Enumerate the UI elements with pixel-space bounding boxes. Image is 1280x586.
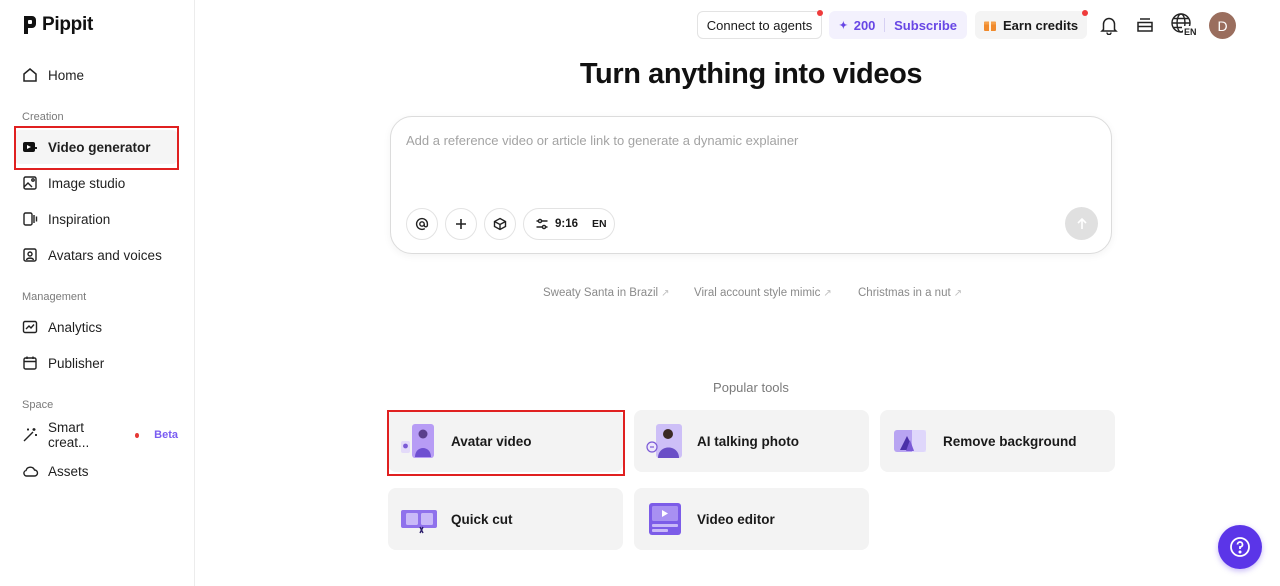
suggestion-label: Christmas in a nut	[858, 287, 951, 299]
at-icon	[415, 217, 429, 231]
help-button[interactable]	[1218, 525, 1262, 569]
language-value: EN	[592, 218, 607, 230]
tool-card-avatar-video[interactable]: Avatar video	[388, 410, 623, 472]
earn-credits-label: Earn credits	[1003, 17, 1079, 33]
credits-count: 200	[853, 17, 876, 33]
popular-tools-heading: Popular tools	[713, 380, 789, 395]
inspiration-icon	[21, 210, 39, 228]
gift-icon	[984, 21, 996, 31]
section-label-space: Space	[22, 399, 54, 411]
sidebar-item-label: Publisher	[48, 355, 105, 371]
suggestion-chip[interactable]: Viral account style mimic ↗	[694, 287, 832, 299]
suggestion-label: Viral account style mimic	[694, 287, 821, 299]
sidebar-item-label: Assets	[48, 463, 89, 479]
sidebar-item-image-studio[interactable]: Image studio	[14, 166, 178, 200]
magic-wand-icon	[21, 426, 39, 444]
sidebar-item-label: Video generator	[48, 139, 151, 155]
suggestion-chip[interactable]: Christmas in a nut ↗	[858, 287, 962, 299]
agents-notification-dot	[817, 10, 823, 16]
video-generator-icon	[21, 138, 39, 156]
aspect-ratio-value: 9:16	[555, 218, 579, 230]
page-title: Turn anything into videos	[579, 58, 923, 90]
add-attachment-button[interactable]	[445, 208, 477, 240]
sidebar-item-label: Smart creat...	[48, 420, 90, 450]
sidebar-item-avatars-voices[interactable]: Avatars and voices	[14, 238, 178, 272]
tool-card-remove-background[interactable]: Remove background	[880, 410, 1115, 472]
video-editor-thumbnail	[649, 503, 681, 535]
tool-label: Video editor	[697, 511, 775, 527]
calendar-icon	[21, 354, 39, 372]
language-globe-icon[interactable]: EN	[1170, 13, 1198, 37]
sidebar-item-label: Analytics	[48, 319, 103, 335]
image-studio-icon	[21, 174, 39, 192]
earn-notification-dot	[1082, 10, 1088, 16]
sidebar-item-label: Avatars and voices	[48, 247, 162, 263]
send-button[interactable]	[1065, 207, 1098, 240]
pippit-logo-icon	[24, 16, 36, 34]
tool-label: Avatar video	[451, 433, 532, 449]
arrow-up-right-icon: ↗	[823, 288, 832, 299]
brand-logo[interactable]: Pippit	[22, 14, 93, 36]
tool-card-video-editor[interactable]: Video editor	[634, 488, 869, 550]
mention-button[interactable]	[406, 208, 438, 240]
cloud-icon	[21, 462, 39, 480]
avatar[interactable]: D	[1209, 12, 1236, 39]
earn-credits-button[interactable]: Earn credits	[975, 11, 1087, 39]
inbox-stack-icon[interactable]	[1134, 14, 1156, 36]
sidebar-item-publisher[interactable]: Publisher	[14, 346, 178, 380]
connect-agents-button[interactable]: Connect to agents	[697, 11, 822, 39]
arrow-up-icon	[1076, 217, 1087, 229]
sliders-icon	[536, 218, 548, 230]
bell-icon[interactable]	[1098, 14, 1120, 36]
tool-label: Quick cut	[451, 511, 513, 527]
avatar-video-thumbnail	[401, 424, 434, 458]
sidebar-item-label: Inspiration	[48, 211, 111, 227]
prompt-input[interactable]	[406, 133, 1086, 148]
arrow-up-right-icon: ↗	[953, 288, 963, 299]
sidebar-item-assets[interactable]: Assets	[14, 454, 178, 488]
section-label-management: Management	[22, 291, 87, 303]
credits-subscribe-box[interactable]: 200 Subscribe	[829, 11, 967, 39]
connect-agents-label: Connect to agents	[706, 17, 813, 33]
suggestion-chip[interactable]: Sweaty Santa in Brazil ↗	[543, 287, 669, 299]
sidebar: Pippit Home Creation Video generator Ima…	[0, 0, 195, 586]
subscribe-link[interactable]: Subscribe	[894, 18, 957, 33]
tool-label: AI talking photo	[697, 433, 799, 449]
sidebar-item-smart-creation[interactable]: Smart creat... Beta	[14, 418, 178, 452]
brand-name: Pippit	[42, 14, 93, 35]
sidebar-item-label: Image studio	[48, 175, 126, 191]
tool-card-ai-talking-photo[interactable]: AI talking photo	[634, 410, 869, 472]
ai-talking-photo-thumbnail	[646, 424, 682, 458]
sidebar-item-analytics[interactable]: Analytics	[14, 310, 178, 344]
prompt-composer: 9:16 EN	[390, 116, 1112, 254]
suggestion-label: Sweaty Santa in Brazil	[543, 287, 659, 299]
divider	[884, 18, 886, 32]
sidebar-item-inspiration[interactable]: Inspiration	[14, 202, 178, 236]
cube-icon	[493, 217, 507, 231]
plus-icon	[456, 219, 466, 229]
sidebar-item-video-generator[interactable]: Video generator	[14, 130, 178, 164]
avatar-initial: D	[1217, 17, 1228, 34]
new-dot-indicator	[134, 432, 140, 438]
tool-card-quick-cut[interactable]: Quick cut	[388, 488, 623, 550]
sidebar-item-home[interactable]: Home	[14, 58, 178, 92]
video-settings-pill[interactable]: 9:16 EN	[523, 208, 615, 240]
language-badge: EN	[1184, 27, 1197, 37]
sparkle-icon	[839, 20, 848, 30]
analytics-icon	[21, 318, 39, 336]
quick-cut-thumbnail	[401, 510, 437, 534]
remove-background-thumbnail	[894, 430, 926, 452]
tool-label: Remove background	[943, 433, 1077, 449]
section-label-creation: Creation	[22, 111, 64, 123]
avatar-voice-icon	[21, 246, 39, 264]
home-icon	[21, 66, 39, 84]
sidebar-item-label: Home	[48, 67, 85, 83]
asset-box-button[interactable]	[484, 208, 516, 240]
arrow-up-right-icon: ↗	[661, 288, 670, 299]
beta-badge: Beta	[154, 429, 178, 441]
question-icon	[1230, 537, 1250, 557]
